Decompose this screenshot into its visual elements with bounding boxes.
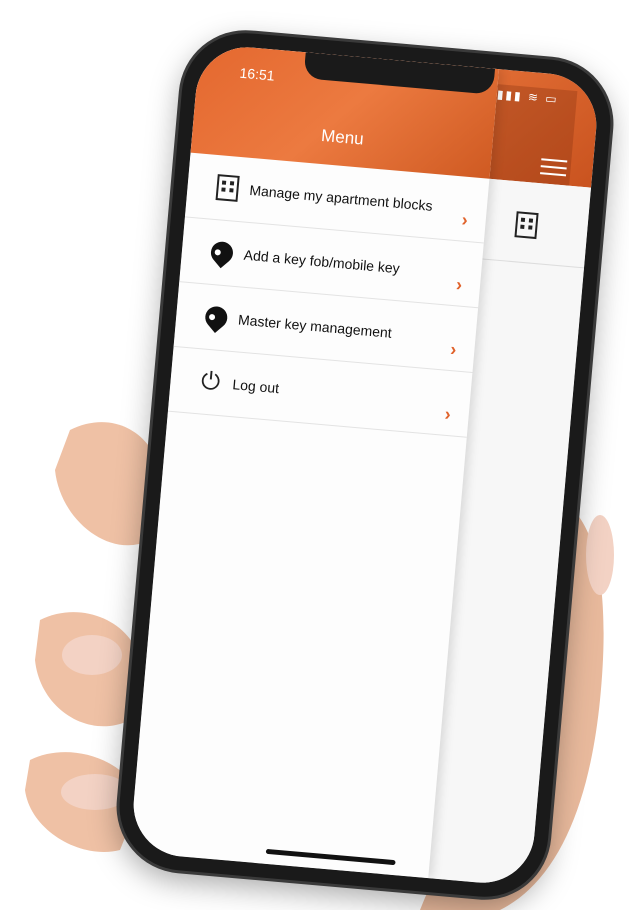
key-fob-icon xyxy=(199,237,245,269)
menu-item-label: Manage my apartment blocks xyxy=(248,181,434,214)
menu-list: Manage my apartment blocks › Add a key f… xyxy=(167,152,490,438)
building-icon xyxy=(205,173,251,203)
menu-item-label: Master key management xyxy=(237,310,393,341)
phone-frame: ▮▮▮ ≋ ▭ 16:51 Menu Manage my apartment b… xyxy=(114,27,616,903)
chevron-right-icon: › xyxy=(443,403,452,425)
power-icon: ⏻ xyxy=(200,367,222,397)
phone-screen: ▮▮▮ ≋ ▭ 16:51 Menu Manage my apartment b… xyxy=(129,43,601,887)
chevron-right-icon: › xyxy=(455,274,463,295)
key-fob-icon xyxy=(193,301,239,333)
building-icon xyxy=(514,211,539,240)
menu-item-label: Add a key fob/mobile key xyxy=(243,246,401,276)
chevron-right-icon: › xyxy=(449,339,458,360)
chevron-right-icon: › xyxy=(460,209,469,230)
hamburger-menu-icon[interactable] xyxy=(540,153,568,181)
menu-item-label: Log out xyxy=(231,375,280,396)
status-time: 16:51 xyxy=(239,64,276,84)
